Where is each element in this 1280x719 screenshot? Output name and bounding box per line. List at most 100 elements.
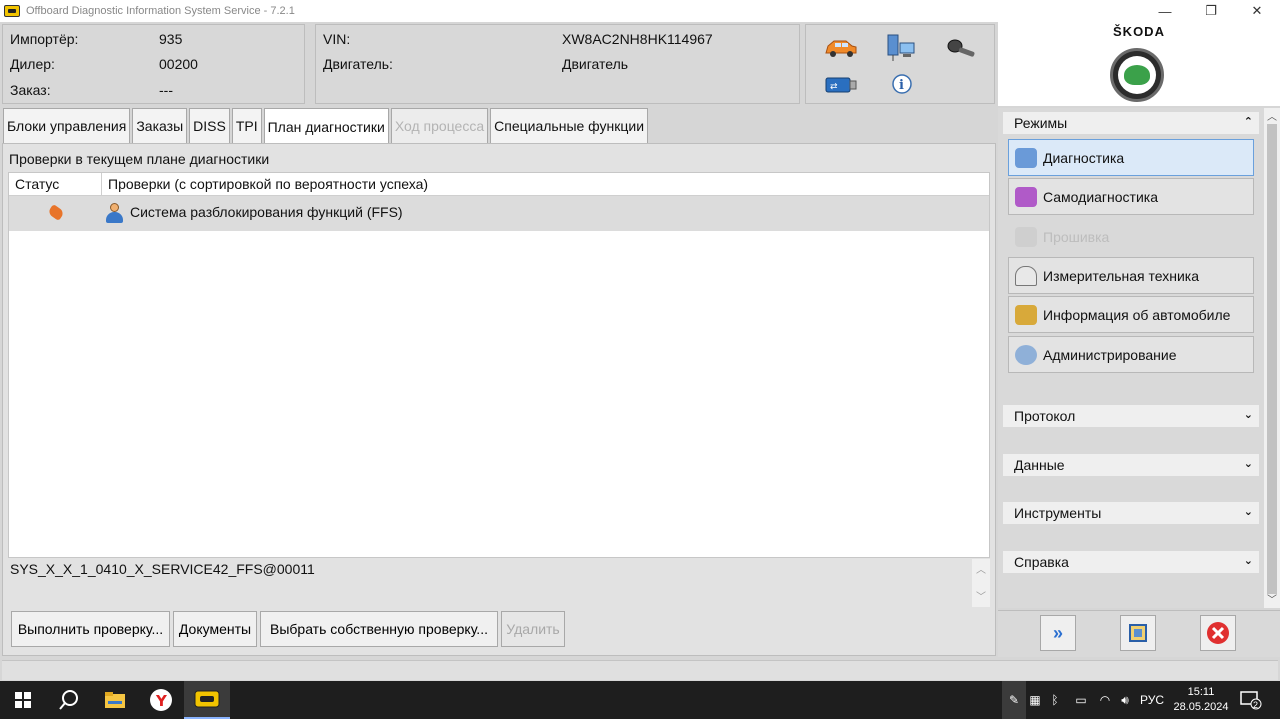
- expand-icon[interactable]: ⌄: [1244, 408, 1253, 421]
- sidebar-scrollbar[interactable]: ︿ ﹀: [1264, 108, 1280, 608]
- tab-process-progress: Ход процесса: [390, 108, 489, 144]
- mode-self-diagnostics[interactable]: Самодиагностика: [1008, 178, 1254, 215]
- data-section-header[interactable]: Данные ⌄: [1003, 454, 1259, 476]
- column-status[interactable]: Статус: [9, 173, 102, 195]
- notifications-icon[interactable]: 2: [1238, 681, 1264, 719]
- mode-label: Прошивка: [1043, 228, 1110, 245]
- network-computer-icon[interactable]: [886, 33, 918, 63]
- mode-label: Администрирование: [1043, 346, 1177, 363]
- mode-measurement[interactable]: Измерительная техника: [1008, 257, 1254, 294]
- chat-bubble-icon: [1240, 691, 1262, 710]
- vehicle-car-icon[interactable]: [824, 37, 858, 59]
- expand-icon[interactable]: ⌄: [1244, 457, 1253, 470]
- close-red-icon: [1207, 622, 1229, 644]
- odis-taskbar-button[interactable]: [184, 681, 230, 719]
- svg-text:i: i: [899, 78, 904, 93]
- stethoscope-icon: [1015, 147, 1037, 168]
- scroll-up-icon[interactable]: ︿: [1264, 108, 1280, 123]
- close-window-button[interactable]: ✕: [1234, 0, 1280, 22]
- file-explorer-button[interactable]: [92, 681, 138, 719]
- exit-icon[interactable]: [1200, 615, 1236, 651]
- tab-control-units[interactable]: Блоки управления: [3, 108, 131, 144]
- collapse-icon[interactable]: ⌃: [1244, 115, 1253, 128]
- tab-diss[interactable]: DISS: [189, 108, 230, 144]
- scroll-thumb[interactable]: [1267, 124, 1277, 594]
- scroll-down-icon[interactable]: ﹀: [972, 588, 990, 603]
- tools-section-header[interactable]: Инструменты ⌄: [1003, 502, 1259, 524]
- gear-icon: [1015, 344, 1037, 365]
- key-icon[interactable]: [946, 37, 980, 59]
- frame-capture-icon: [1129, 624, 1147, 642]
- info-icon[interactable]: i: [890, 73, 914, 97]
- svg-text:Y: Y: [155, 692, 168, 710]
- tab-diagnostic-plan[interactable]: План диагностики: [263, 108, 389, 144]
- tab-tpi[interactable]: TPI: [231, 108, 262, 144]
- search-icon: [59, 690, 78, 710]
- status-pending-icon: [47, 203, 65, 222]
- gauge-icon: [1015, 265, 1037, 286]
- tab-orders[interactable]: Заказы: [132, 108, 188, 144]
- modes-section-header[interactable]: Режимы ⌃: [1003, 112, 1259, 134]
- run-check-button[interactable]: Выполнить проверку...: [11, 611, 170, 647]
- check-code: SYS_X_X_1_0410_X_SERVICE42_FFS@00011: [10, 561, 315, 577]
- table-row[interactable]: Система разблокирования функций (FFS): [9, 196, 989, 231]
- column-checks[interactable]: Проверки (с сортировкой по вероятности у…: [102, 173, 428, 195]
- engine-value: Двигатель: [562, 56, 629, 72]
- protocol-section-header[interactable]: Протокол ⌄: [1003, 405, 1259, 427]
- start-button[interactable]: [0, 681, 46, 719]
- skoda-logo-icon: [1110, 48, 1164, 102]
- keyboard-tray-icon[interactable]: ▦: [1026, 681, 1044, 719]
- help-section-header[interactable]: Справка ⌄: [1003, 551, 1259, 573]
- forward-icon[interactable]: »: [1040, 615, 1076, 651]
- scroll-up-icon[interactable]: ︿: [972, 561, 990, 576]
- expand-icon[interactable]: ⌄: [1244, 505, 1253, 518]
- expand-icon[interactable]: ⌄: [1244, 554, 1253, 567]
- tab-special-functions[interactable]: Специальные функции: [490, 108, 649, 144]
- mode-diagnostics[interactable]: Диагностика: [1008, 139, 1254, 176]
- main-tabs: Блоки управления Заказы DISS TPI План ди…: [3, 108, 650, 144]
- odis-app-icon: [4, 5, 20, 17]
- self-diagnostics-icon: [1015, 186, 1037, 207]
- title-bar: Offboard Diagnostic Information System S…: [0, 0, 1280, 22]
- table-header: Статус Проверки (с сортировкой по вероят…: [9, 173, 989, 196]
- flashing-icon: [1015, 226, 1037, 247]
- choose-own-check-button[interactable]: Выбрать собственную проверку...: [260, 611, 498, 647]
- brand-name: ŠKODA: [1113, 24, 1165, 39]
- mode-label: Диагностика: [1043, 149, 1125, 166]
- order-value: ---: [159, 82, 173, 98]
- status-icons-panel: ⇄ i: [805, 24, 995, 104]
- windows-logo-icon: [15, 692, 31, 708]
- minimize-button[interactable]: —: [1142, 0, 1188, 22]
- status-bar: [2, 660, 1278, 680]
- user-icon: [105, 203, 123, 223]
- odis-app-icon: [194, 690, 220, 708]
- search-button[interactable]: [46, 681, 92, 719]
- dealer-info-panel: Импортёр: 935 Дилер: 00200 Заказ: ---: [2, 24, 305, 104]
- mode-label: Самодиагностика: [1043, 188, 1159, 205]
- clock[interactable]: 15:11 28.05.2024: [1166, 685, 1236, 715]
- battery-icon[interactable]: ▭: [1070, 681, 1092, 719]
- scroll-down-icon[interactable]: ﹀: [1264, 591, 1280, 606]
- pen-tray-icon[interactable]: ✎: [1002, 681, 1026, 719]
- screenshot-icon[interactable]: [1120, 615, 1156, 651]
- code-scrollbar[interactable]: ︿ ﹀: [972, 559, 990, 607]
- restore-button[interactable]: ❐: [1188, 0, 1234, 22]
- mode-vehicle-info[interactable]: Информация об автомобиле: [1008, 296, 1254, 333]
- importer-value: 935: [159, 31, 183, 47]
- modes-title: Режимы: [1014, 115, 1068, 131]
- usb-interface-icon[interactable]: ⇄: [824, 75, 858, 95]
- mode-administration[interactable]: Администрирование: [1008, 336, 1254, 373]
- volume-icon[interactable]: 🔊︎: [1114, 681, 1136, 719]
- notification-count: 2: [1253, 700, 1259, 710]
- action-bar: »: [998, 610, 1280, 657]
- bluetooth-icon[interactable]: ᛒ: [1047, 681, 1063, 719]
- mode-label: Измерительная техника: [1043, 267, 1200, 284]
- brand-panel: ŠKODA: [998, 22, 1280, 106]
- documents-button[interactable]: Документы: [173, 611, 257, 647]
- wifi-icon[interactable]: ◠: [1096, 681, 1114, 719]
- section-title: Данные: [1014, 457, 1065, 473]
- yandex-browser-button[interactable]: Y: [138, 681, 184, 719]
- language-indicator[interactable]: РУС: [1138, 681, 1166, 719]
- checks-table: Статус Проверки (с сортировкой по вероят…: [8, 172, 990, 558]
- vin-label: VIN:: [323, 31, 351, 47]
